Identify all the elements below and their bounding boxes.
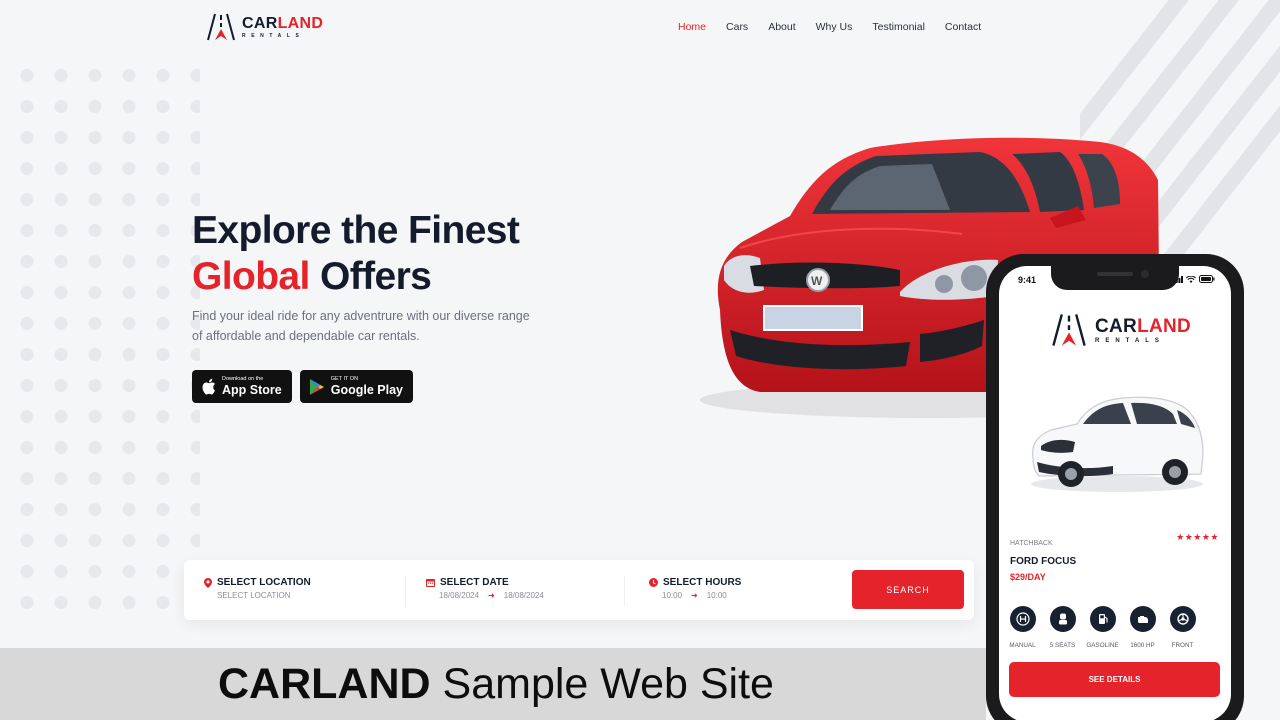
spec-label: FRONT	[1171, 642, 1194, 649]
hero-title-line1: Explore the Finest	[192, 209, 520, 252]
search-button[interactable]: SEARCH	[852, 570, 964, 609]
app-store-button[interactable]: Download on the App Store	[192, 370, 292, 403]
arrow-right-icon: ➜	[488, 591, 495, 600]
google-play-label: Google Play	[330, 382, 403, 397]
location-value: SELECT LOCATION	[217, 591, 291, 600]
bottom-banner: CARLAND Sample Web Site	[0, 648, 986, 720]
hours-from: 10:00	[662, 591, 683, 600]
nav-contact[interactable]: Contact	[945, 21, 981, 33]
phone-brand-part1: CAR	[1095, 315, 1138, 337]
spec-label: 1600 HP	[1130, 642, 1155, 649]
brand-name-part1: CAR	[242, 14, 278, 32]
hours-label: SELECT HOURS	[663, 577, 742, 588]
car-price: $29/DAY	[1010, 572, 1046, 582]
phone-screen: 9:41 CARLAND RENTALS HATCHBACK ★★★★★ FOR…	[999, 266, 1231, 720]
road-logo-icon	[1052, 314, 1086, 346]
dotted-pattern	[0, 60, 200, 620]
battery-icon	[1199, 275, 1215, 283]
calendar-icon	[426, 579, 435, 587]
hours-to: 10:00	[706, 591, 727, 600]
store-buttons: Download on the App Store GET IT ON Goog…	[192, 370, 413, 403]
booking-bar: SELECT LOCATION SELECT LOCATION SELECT D…	[184, 560, 974, 620]
car-specs: MANUAL 5 SEATS GASOLINE 1600 HP FRONT	[1009, 606, 1196, 649]
engine-icon	[1137, 616, 1148, 623]
seat-icon	[1058, 613, 1067, 625]
status-icons	[1173, 275, 1215, 283]
spec-label: 5 SEATS	[1049, 642, 1076, 649]
phone-mockup: 9:41 CARLAND RENTALS HATCHBACK ★★★★★ FOR…	[986, 254, 1244, 720]
wheel-icon	[1176, 613, 1189, 625]
banner-text: CARLAND Sample Web Site	[218, 660, 774, 709]
brand-logo[interactable]: CARLAND RENTALS	[206, 12, 323, 42]
location-pin-icon	[204, 577, 212, 588]
svg-text:W: W	[811, 274, 823, 288]
spec-drive: FRONT	[1169, 606, 1196, 649]
nav-about[interactable]: About	[768, 21, 795, 33]
google-play-small-text: GET IT ON	[330, 376, 359, 382]
banner-brand: CARLAND	[218, 660, 431, 708]
spec-label: GASOLINE	[1086, 642, 1119, 649]
location-label: SELECT LOCATION	[217, 577, 311, 588]
google-play-icon	[309, 378, 324, 395]
spec-fuel: GASOLINE	[1086, 606, 1119, 649]
hero-title-highlight: Global	[192, 255, 310, 298]
date-field[interactable]: SELECT DATE 18/08/2024 ➜ 18/08/2024	[426, 577, 544, 600]
nav-cars[interactable]: Cars	[726, 21, 748, 33]
app-store-label: App Store	[222, 382, 282, 397]
spec-label: MANUAL	[1009, 642, 1036, 649]
brand-name-part2: LAND	[277, 14, 324, 32]
phone-brand-subtitle: RENTALS	[1095, 337, 1165, 344]
date-label: SELECT DATE	[440, 577, 509, 588]
hero-title: Explore the Finest Global Offers	[192, 208, 520, 300]
phone-notch	[1051, 266, 1179, 290]
location-field[interactable]: SELECT LOCATION SELECT LOCATION	[204, 577, 311, 600]
brand-subtitle: RENTALS	[242, 32, 305, 39]
date-from: 18/08/2024	[439, 591, 480, 600]
apple-icon	[202, 378, 215, 395]
clock-icon	[649, 578, 658, 587]
app-store-small-text: Download on the	[222, 376, 264, 382]
status-time: 9:41	[1018, 275, 1037, 285]
wifi-icon	[1186, 275, 1196, 283]
rating-stars: ★★★★★	[1176, 532, 1219, 542]
spec-transmission: MANUAL	[1009, 606, 1036, 649]
hours-field[interactable]: SELECT HOURS 10:00 ➜ 10:00	[649, 577, 741, 600]
divider	[405, 576, 406, 606]
arrow-right-icon: ➜	[691, 591, 698, 600]
banner-rest: Sample Web Site	[430, 660, 774, 708]
phone-brand-part2: LAND	[1137, 315, 1192, 337]
car-name: FORD FOCUS	[1010, 556, 1077, 567]
nav-testimonial[interactable]: Testimonial	[872, 21, 925, 33]
see-details-button[interactable]: SEE DETAILS	[1009, 662, 1220, 697]
date-to: 18/08/2024	[503, 591, 544, 600]
phone-car-image	[1031, 396, 1204, 492]
fuel-icon	[1098, 614, 1108, 624]
spec-engine: 1600 HP	[1129, 606, 1156, 649]
nav-why-us[interactable]: Why Us	[816, 21, 853, 33]
divider	[624, 576, 625, 606]
nav-home[interactable]: Home	[678, 21, 706, 33]
hero-description: Find your ideal ride for any adventrure …	[192, 309, 530, 343]
signal-icon	[1173, 275, 1183, 283]
spec-seats: 5 SEATS	[1049, 606, 1076, 649]
gearbox-icon	[1015, 612, 1030, 626]
road-logo-icon	[207, 13, 235, 41]
phone-brand-logo: CARLAND RENTALS	[1051, 312, 1191, 348]
google-play-button[interactable]: GET IT ON Google Play	[299, 370, 413, 403]
car-type: HATCHBACK	[1010, 540, 1053, 547]
hero-title-rest: Offers	[309, 255, 432, 298]
main-nav: Home Cars About Why Us Testimonial Conta…	[678, 21, 1001, 33]
